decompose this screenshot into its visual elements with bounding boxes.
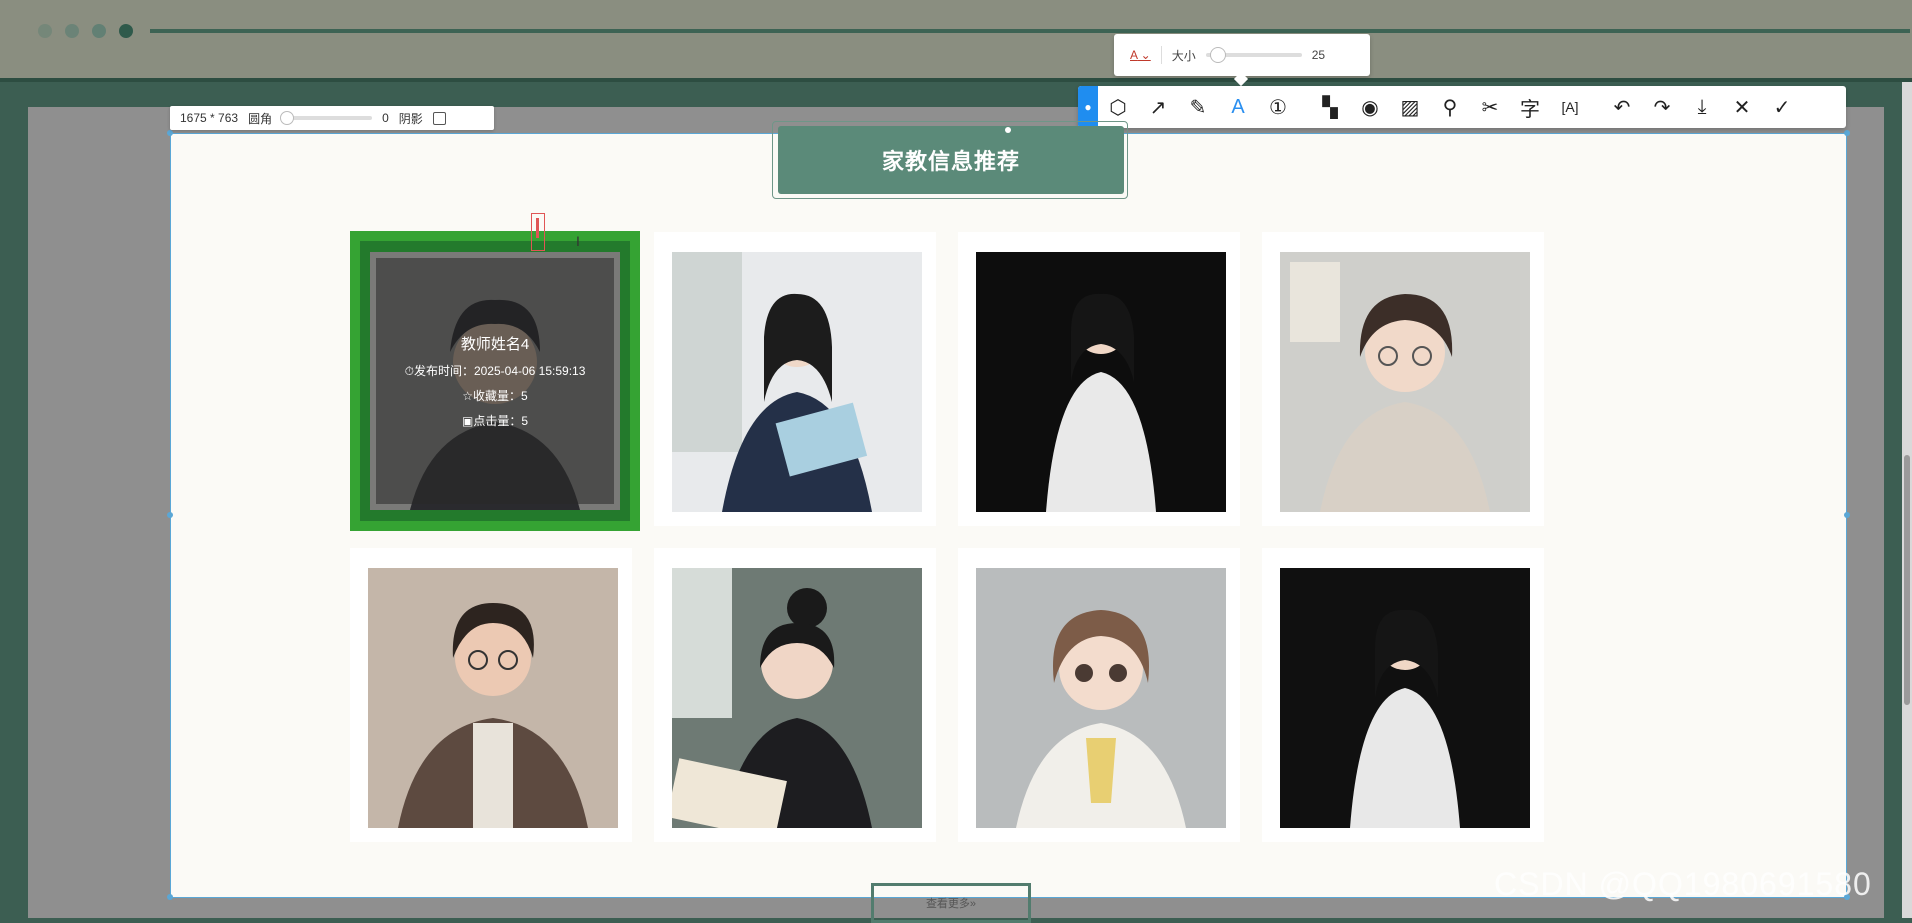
selection-size-bar: 1675 * 763 圆角 0 阴影: [170, 106, 494, 130]
teacher-card[interactable]: [958, 232, 1240, 526]
ocr-icon[interactable]: [A]: [1550, 86, 1590, 128]
font-size-value: 25: [1311, 48, 1326, 62]
teacher-card[interactable]: [654, 548, 936, 842]
resize-handle[interactable]: [167, 512, 173, 518]
scissors-icon[interactable]: ✂: [1470, 86, 1510, 128]
radius-value: 0: [382, 111, 389, 125]
panel-caret: [1233, 71, 1249, 87]
separator: [1160, 46, 1162, 64]
text-anchor-handle[interactable]: [1005, 127, 1011, 133]
text-caret: [536, 218, 539, 238]
redo-icon[interactable]: ↷: [1642, 86, 1682, 128]
size-label: 大小: [1171, 48, 1196, 63]
translate-icon[interactable]: 字: [1510, 86, 1550, 128]
publish-time: ⏱发布时间：2025-04-06 15:59:13: [404, 364, 586, 378]
teacher-card[interactable]: [1262, 232, 1544, 526]
number-icon[interactable]: ①: [1258, 86, 1298, 128]
slider-knob[interactable]: [280, 111, 295, 125]
teacher-photo[interactable]: [672, 568, 922, 828]
teacher-photo[interactable]: [976, 568, 1226, 828]
text-icon[interactable]: A: [1218, 86, 1258, 128]
hatch-icon[interactable]: ▨: [1390, 86, 1430, 128]
mosaic-icon[interactable]: ▚: [1310, 86, 1350, 128]
size-readout: 1675 * 763: [180, 111, 239, 125]
decor-line: [150, 29, 1910, 33]
resize-handle[interactable]: [1844, 512, 1850, 518]
teacher-card[interactable]: [1262, 548, 1544, 842]
download-icon[interactable]: ⤓: [1682, 86, 1722, 128]
click-count: ▣点击量：5: [461, 414, 528, 428]
blur-icon[interactable]: ◉: [1350, 86, 1390, 128]
scrollbar-thumb[interactable]: [1904, 455, 1910, 705]
dot-icon: [119, 24, 133, 38]
teacher-card[interactable]: [654, 232, 936, 526]
teacher-name: 教师姓名4: [460, 336, 530, 353]
shadow-checkbox[interactable]: [432, 111, 446, 125]
radius-slider[interactable]: [280, 111, 373, 125]
shadow-label: 阴影: [398, 111, 423, 126]
divider: [0, 78, 1912, 82]
section-title: 家教信息推荐: [778, 126, 1124, 194]
ibeam-cursor-icon: I: [576, 233, 580, 249]
view-more-button[interactable]: 查看更多»: [871, 883, 1031, 923]
slider-knob[interactable]: [1209, 47, 1226, 63]
teacher-photo[interactable]: [1280, 568, 1530, 828]
browser-titlebar: [0, 0, 1912, 78]
screenshot-toolbar: ● ⬡ ↗ ✎ A ① ▚ ◉ ▨ ⚲ ✂ 字 [A] ↶ ↷ ⤓ ✕ ✓: [1078, 86, 1846, 128]
resize-handle[interactable]: [1844, 130, 1850, 136]
text-options-panel: A ⌄ 大小 25: [1114, 34, 1370, 87]
dot-icon: [65, 24, 79, 38]
arrow-icon[interactable]: ↗: [1138, 86, 1178, 128]
font-size-slider[interactable]: [1205, 47, 1302, 63]
csdn-watermark: CSDN @QQ1980691580: [1494, 866, 1872, 902]
teacher-photo[interactable]: [1280, 252, 1530, 512]
font-color-icon[interactable]: A ⌄: [1130, 48, 1151, 62]
dot-icon: [38, 24, 52, 38]
radius-label: 圆角: [248, 111, 273, 126]
teacher-card[interactable]: [350, 548, 632, 842]
favorite-count: ☆收藏量：5: [462, 389, 528, 403]
undo-icon[interactable]: ↶: [1602, 86, 1642, 128]
confirm-icon[interactable]: ✓: [1762, 86, 1802, 128]
teacher-photo[interactable]: [976, 252, 1226, 512]
teacher-info-overlay[interactable]: 教师姓名4 ⏱发布时间：2025-04-06 15:59:13 ☆收藏量：5 ▣…: [376, 258, 614, 504]
resize-handle[interactable]: [167, 894, 173, 900]
pin-icon[interactable]: ⚲: [1430, 86, 1470, 128]
resize-handle[interactable]: [167, 130, 173, 136]
window-dots: [38, 24, 133, 38]
teacher-photo[interactable]: [368, 568, 618, 828]
dot-icon: [92, 24, 106, 38]
teacher-photo[interactable]: [672, 252, 922, 512]
close-icon[interactable]: ✕: [1722, 86, 1762, 128]
pen-icon[interactable]: ✎: [1178, 86, 1218, 128]
teacher-card[interactable]: [958, 548, 1240, 842]
